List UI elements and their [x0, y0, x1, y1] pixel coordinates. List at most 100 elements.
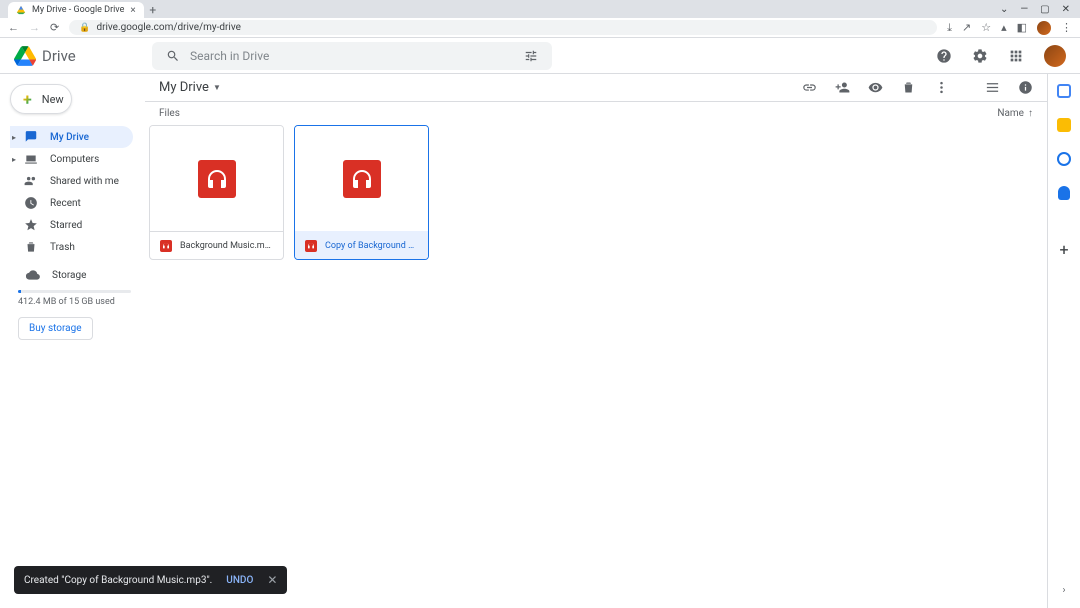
sidebar-item-label: Starred	[50, 220, 82, 231]
install-app-icon[interactable]: ⤓	[947, 21, 952, 35]
sidebar-item-label: Storage	[52, 270, 86, 281]
search-input[interactable]	[190, 49, 514, 63]
keep-app-icon[interactable]	[1057, 118, 1071, 132]
extensions-puzzle-icon[interactable]: ◧	[1017, 21, 1027, 34]
extension-icon[interactable]: ▴	[1001, 21, 1007, 34]
kebab-menu-icon[interactable]: ⋮	[1061, 21, 1072, 34]
toast-undo-button[interactable]: UNDO	[226, 575, 253, 586]
audio-type-icon	[160, 240, 172, 252]
share-person-icon[interactable]	[835, 80, 850, 95]
main-layout: + New ▸ My Drive ▸ Computers Shared with…	[0, 74, 1080, 608]
sidebar-item-storage[interactable]: Storage	[14, 264, 133, 286]
drive-logo-icon	[14, 45, 36, 67]
chevron-down-icon[interactable]: ⌄	[1000, 4, 1008, 15]
file-card[interactable]: Background Music.mp3	[149, 125, 284, 260]
calendar-app-icon[interactable]	[1057, 84, 1071, 98]
url-box[interactable]: 🔒 drive.google.com/drive/my-drive	[69, 20, 937, 35]
search-options-icon[interactable]	[524, 49, 538, 63]
minimize-icon[interactable]: —	[1020, 4, 1028, 15]
drive-favicon	[16, 5, 26, 15]
close-window-icon[interactable]: ✕	[1062, 4, 1070, 15]
nav-reload-icon[interactable]: ⟳	[50, 21, 59, 34]
list-view-icon[interactable]	[985, 80, 1000, 95]
profile-avatar-small[interactable]	[1037, 21, 1051, 35]
nav-forward-icon[interactable]: →	[29, 21, 40, 34]
breadcrumb[interactable]: My Drive ▼	[159, 80, 221, 95]
recent-icon	[24, 196, 38, 210]
search-box[interactable]	[152, 42, 552, 70]
caret-right-icon[interactable]: ▸	[12, 155, 16, 164]
caret-right-icon[interactable]: ▸	[12, 133, 16, 142]
sidebar-item-label: Shared with me	[50, 176, 119, 187]
new-tab-button[interactable]: +	[144, 2, 162, 18]
new-button[interactable]: + New	[10, 84, 72, 114]
toast-close-icon[interactable]: ✕	[267, 573, 277, 587]
url-text: drive.google.com/drive/my-drive	[96, 22, 241, 33]
sort-column-label: Name	[997, 108, 1024, 119]
storage-usage-text: 412.4 MB of 15 GB used	[14, 297, 139, 307]
details-info-icon[interactable]	[1018, 80, 1033, 95]
nav-back-icon[interactable]: ←	[8, 21, 19, 34]
sidebar-item-shared[interactable]: Shared with me	[10, 170, 133, 192]
plus-icon: +	[23, 90, 32, 109]
toast-message: Created "Copy of Background Music.mp3".	[24, 575, 212, 586]
sidebar-item-my-drive[interactable]: ▸ My Drive	[10, 126, 133, 148]
cloud-icon	[26, 268, 40, 282]
lock-icon: 🔒	[79, 23, 90, 33]
delete-icon[interactable]	[901, 80, 916, 95]
storage-bar	[18, 290, 131, 293]
contacts-app-icon[interactable]	[1058, 186, 1070, 200]
apps-grid-icon[interactable]	[1006, 46, 1026, 66]
breadcrumb-label: My Drive	[159, 80, 209, 95]
content-area: My Drive ▼ Files Name ↑	[145, 74, 1048, 608]
shared-icon	[24, 174, 38, 188]
preview-eye-icon[interactable]	[868, 80, 883, 95]
more-actions-icon[interactable]	[934, 80, 949, 95]
account-avatar[interactable]	[1044, 45, 1066, 67]
bookmark-star-icon[interactable]: ☆	[981, 21, 991, 34]
tab-title: My Drive - Google Drive	[32, 5, 124, 15]
sidebar-item-label: Computers	[50, 154, 99, 165]
share-icon[interactable]: ↗	[962, 21, 971, 34]
audio-file-icon	[198, 160, 236, 198]
file-name: Background Music.mp3	[180, 241, 273, 251]
chevron-down-icon: ▼	[213, 83, 221, 92]
get-addons-icon[interactable]: +	[1059, 240, 1068, 259]
content-header: My Drive ▼	[145, 74, 1047, 102]
settings-gear-icon[interactable]	[970, 46, 990, 66]
my-drive-icon	[24, 130, 38, 144]
sidebar-item-starred[interactable]: Starred	[10, 214, 133, 236]
files-heading: Files	[159, 108, 180, 119]
star-icon	[24, 218, 38, 232]
sort-by-name[interactable]: Name ↑	[997, 108, 1033, 119]
buy-storage-button[interactable]: Buy storage	[18, 317, 93, 340]
sidebar-item-computers[interactable]: ▸ Computers	[10, 148, 133, 170]
sidebar-item-recent[interactable]: Recent	[10, 192, 133, 214]
maximize-icon[interactable]: ▢	[1040, 4, 1049, 15]
file-thumbnail	[295, 126, 428, 231]
file-label-row: Copy of Background Music....	[295, 231, 428, 259]
tasks-app-icon[interactable]	[1057, 152, 1071, 166]
browser-tabs-strip: My Drive - Google Drive × + ⌄ — ▢ ✕	[0, 0, 1080, 18]
sidebar-item-label: Recent	[50, 198, 81, 209]
selection-toolbar	[802, 80, 1033, 95]
hide-side-panel-icon[interactable]: ›	[1062, 585, 1065, 596]
file-card-selected[interactable]: Copy of Background Music....	[294, 125, 429, 260]
tab-close-icon[interactable]: ×	[130, 5, 135, 16]
side-panel-rail: + ›	[1048, 74, 1080, 608]
sidebar-item-label: Trash	[50, 242, 75, 253]
audio-file-icon	[343, 160, 381, 198]
get-link-icon[interactable]	[802, 80, 817, 95]
drive-logo[interactable]: Drive	[14, 45, 144, 67]
search-icon	[166, 49, 180, 63]
window-controls: ⌄ — ▢ ✕	[1000, 0, 1080, 18]
help-icon[interactable]	[934, 46, 954, 66]
sidebar-item-label: My Drive	[50, 132, 89, 143]
sidebar-item-trash[interactable]: Trash	[10, 236, 133, 258]
audio-type-icon	[305, 240, 317, 252]
file-name: Copy of Background Music....	[325, 241, 418, 251]
browser-tab[interactable]: My Drive - Google Drive ×	[8, 2, 144, 18]
toast-notification: Created "Copy of Background Music.mp3". …	[14, 566, 287, 594]
sidebar: + New ▸ My Drive ▸ Computers Shared with…	[0, 74, 145, 608]
drive-header: Drive	[0, 38, 1080, 74]
